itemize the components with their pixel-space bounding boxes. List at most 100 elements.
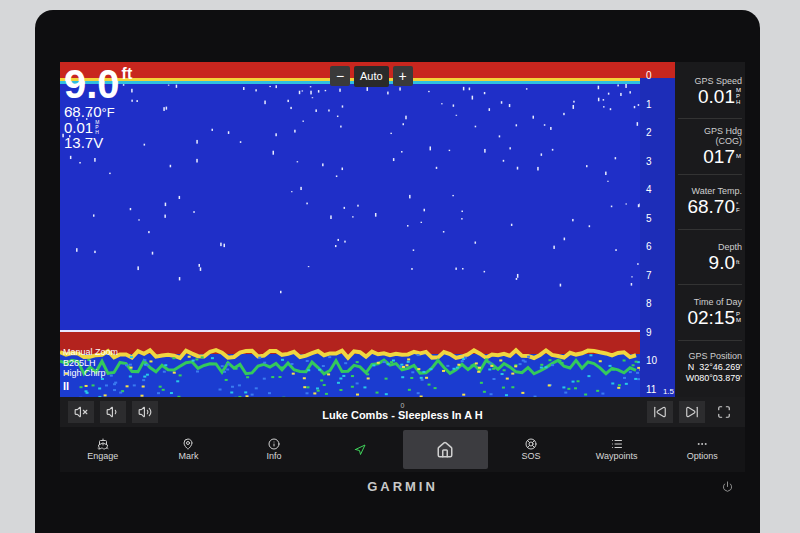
sonar-image [60, 62, 640, 397]
gps-line: W080°03.879' [678, 373, 742, 384]
scale-tick: 8 [646, 299, 652, 309]
info-icon [268, 438, 280, 450]
autoguidance-icon [354, 444, 366, 456]
transducer-label: B265LH [63, 358, 118, 368]
field-value: 0.01 [698, 87, 735, 106]
nav-button[interactable] [317, 427, 403, 472]
field-unit: ft [736, 259, 742, 265]
nav-label: Options [687, 452, 718, 461]
sos-icon [525, 438, 537, 450]
pause-button[interactable]: II [63, 380, 118, 393]
nav-label: Waypoints [596, 452, 638, 461]
field-label: GPS Position [678, 352, 742, 362]
zoom-mode[interactable]: Auto [354, 66, 389, 87]
zoom-mode-label: Manual Zoom [63, 347, 118, 357]
field-label: GPS Speed [678, 77, 742, 87]
next-icon [685, 405, 699, 419]
scale-tick: 3 [646, 157, 652, 167]
field-value: 9.0 [709, 253, 735, 272]
data-field: Water Temp.68.70°F [678, 175, 742, 230]
fullscreen-icon [717, 405, 731, 419]
scale-tick: 1 [646, 100, 652, 110]
volume-down-button[interactable] [100, 401, 126, 423]
nav-button[interactable]: Info [231, 427, 317, 472]
field-unit: °F [736, 201, 742, 213]
sonar-view: 9.0ft68.70°F0.01MPH13.7V −Auto+ Manual Zoo… [60, 62, 640, 397]
zoom-in-button[interactable]: + [393, 66, 413, 86]
scale-tick: 9 [646, 328, 652, 338]
field-label: Water Temp. [678, 187, 742, 197]
sonar-info: Manual ZoomB265LHHigh Chirp II [63, 347, 118, 393]
fullscreen-button[interactable] [711, 401, 737, 423]
device-bezel: 9.0ft68.70°F0.01MPH13.7V−Auto+Manual Zoo… [35, 10, 760, 533]
data-field: Depth9.0ft [678, 230, 742, 285]
helm-icon [97, 438, 109, 450]
zoom-controls: −Auto+ [330, 66, 413, 87]
nav-label: Engage [87, 452, 118, 461]
main-area: 9.0ft68.70°F0.01MPH13.7V−Auto+Manual Zoo… [60, 62, 745, 397]
now-playing: 0Luke Combs - Sleepless In A H [164, 402, 641, 422]
media-bar: 0Luke Combs - Sleepless In A H [60, 397, 745, 427]
gps-position: GPS PositionN 32°46.269'W080°03.879' [678, 341, 742, 395]
nav-button[interactable] [403, 430, 489, 469]
nav-label: Mark [178, 452, 198, 461]
field-unit: PM [736, 311, 742, 323]
field-label: Depth [678, 243, 742, 253]
volume-down-icon [106, 405, 120, 419]
scale-tick: 4 [646, 185, 652, 195]
track-title: Luke Combs - Sleepless In A H [322, 409, 483, 422]
scale-tick: 5 [646, 214, 652, 224]
scale-tick: 0 [646, 71, 652, 81]
nav-button[interactable]: Waypoints [574, 427, 660, 472]
mute-icon [74, 405, 88, 419]
nav-button[interactable]: Engage [60, 427, 146, 472]
field-label: GPS Hdg (COG) [678, 127, 742, 147]
power-icon[interactable] [722, 481, 733, 492]
list-icon [611, 438, 623, 450]
mute-button[interactable] [68, 401, 94, 423]
water-temp: 68.70°F [64, 104, 133, 120]
screen: 9.0ft68.70°F0.01MPH13.7V−Auto+Manual Zoo… [60, 62, 745, 472]
volume-up-button[interactable] [132, 401, 158, 423]
volume-up-icon [138, 405, 152, 419]
nav-label: SOS [521, 452, 540, 461]
field-unit: MPH [736, 87, 742, 105]
scale-tick: 11 [646, 385, 656, 395]
scale-tick: 6 [646, 242, 652, 252]
volume-level: 0 [401, 402, 405, 409]
depth-overlay: 9.0ft68.70°F0.01MPH13.7V [64, 64, 133, 151]
page: 9.0ft68.70°F0.01MPH13.7V−Auto+Manual Zoo… [0, 0, 800, 533]
nav-bar: Engage Mark Info SOS Waypoints Options [60, 427, 745, 472]
field-value: 02:15 [687, 308, 735, 327]
nav-button[interactable]: Mark [146, 427, 232, 472]
scale-tick: 7 [646, 271, 652, 281]
scale-tick: 2 [646, 128, 652, 138]
gps-line: N 32°46.269' [678, 362, 742, 373]
field-value: 017 [703, 147, 735, 166]
data-field: GPS Speed0.01MPH [678, 64, 742, 119]
data-field: Time of Day02:15PM [678, 285, 742, 340]
depth-value: 9.0 [64, 64, 120, 104]
nav-button[interactable]: Options [659, 427, 745, 472]
previous-button[interactable] [647, 401, 673, 423]
zoom-out-button[interactable]: − [330, 66, 350, 86]
data-field: GPS Hdg (COG)017M [678, 119, 742, 174]
voltage: 13.7V [64, 135, 133, 151]
frequency-label: High Chirp [63, 368, 118, 378]
depth-scale: 012345678910111.5 [640, 62, 675, 397]
next-button[interactable] [679, 401, 705, 423]
speed-unit: MPH [95, 120, 100, 135]
more-icon [696, 438, 708, 450]
nav-label: Info [267, 452, 282, 461]
brand-logo: GARMIN [367, 477, 438, 497]
scale-tick: 10 [646, 356, 657, 366]
nav-button[interactable]: SOS [488, 427, 574, 472]
pin-icon [182, 438, 194, 450]
field-unit: M [736, 153, 742, 159]
data-panel: GPS Speed0.01MPHGPS Hdg (COG)017MWater T… [675, 62, 745, 397]
field-label: Time of Day [678, 298, 742, 308]
bezel-footer: GARMIN [60, 472, 745, 502]
home-icon [436, 441, 454, 459]
previous-icon [653, 405, 667, 419]
field-value: 68.70 [687, 197, 735, 216]
